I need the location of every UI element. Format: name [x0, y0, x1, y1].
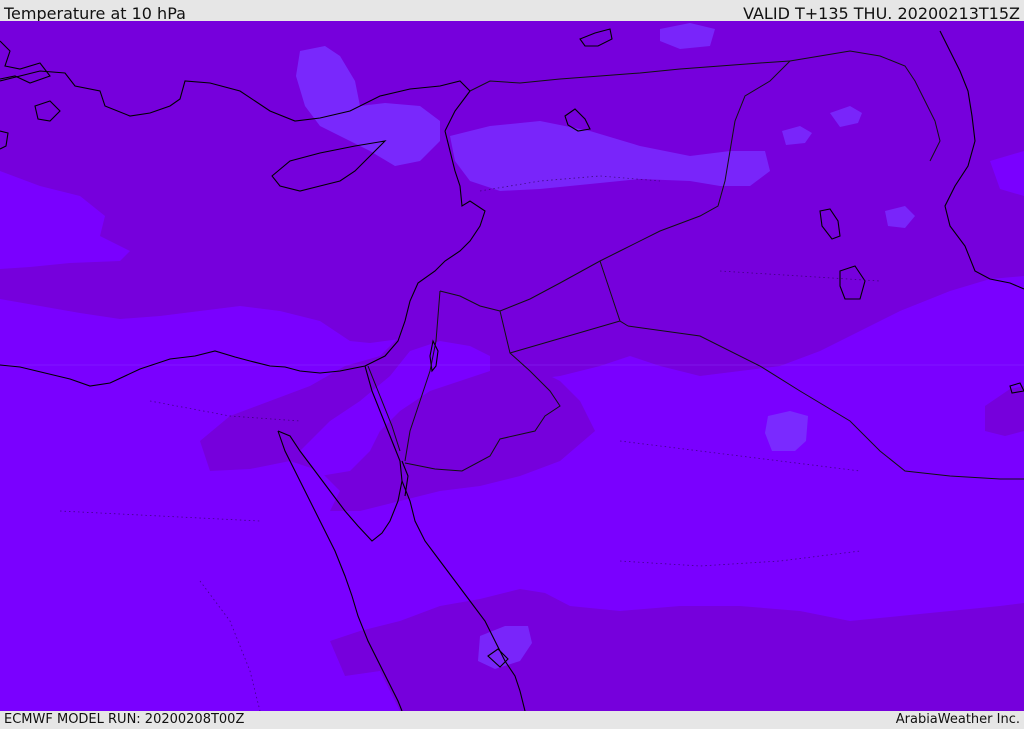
header-bar: Temperature at 10 hPa VALID T+135 THU. 2…	[0, 0, 1024, 23]
credit-label: ArabiaWeather Inc.	[895, 712, 1020, 727]
footer-bar: ECMWF MODEL RUN: 20200208T00Z ArabiaWeat…	[0, 711, 1024, 729]
weather-map-frame: Temperature at 10 hPa VALID T+135 THU. 2…	[0, 0, 1024, 729]
model-run-label: ECMWF MODEL RUN: 20200208T00Z	[4, 712, 245, 727]
temperature-patch-iraq	[765, 411, 808, 451]
temperature-map	[0, 21, 1024, 711]
